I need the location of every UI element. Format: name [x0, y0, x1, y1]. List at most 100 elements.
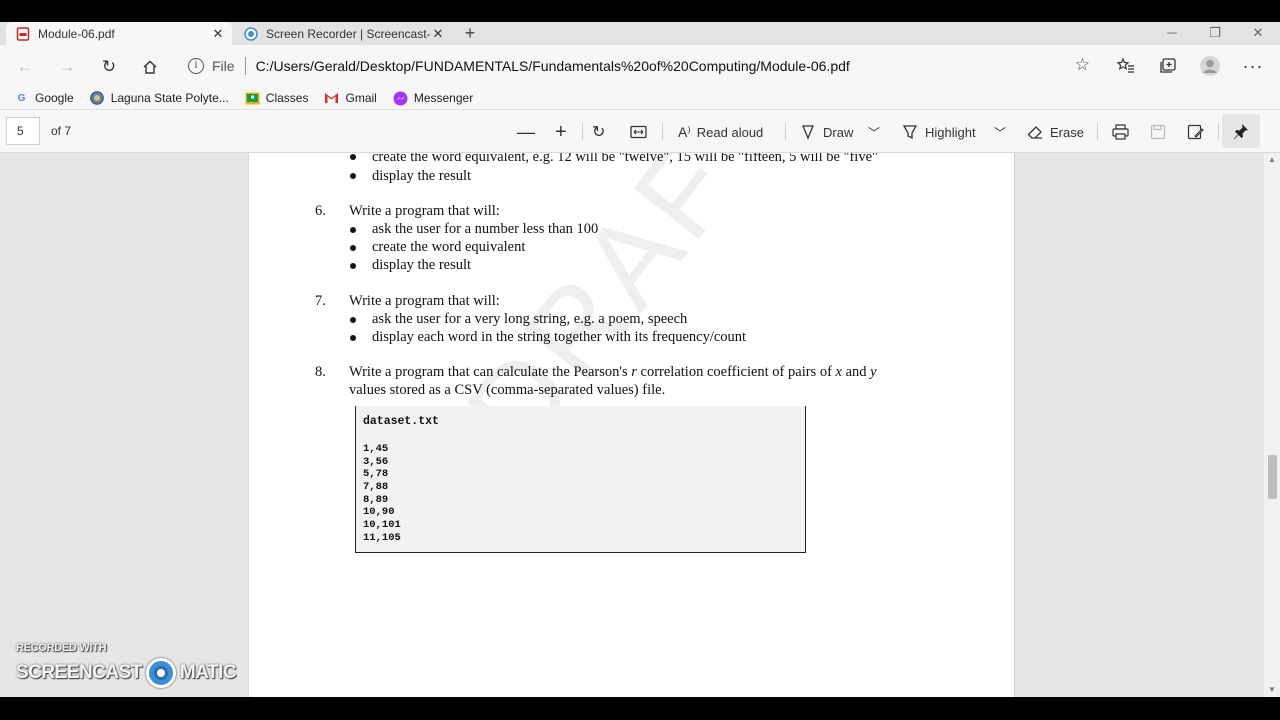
bullet-icon	[350, 335, 356, 341]
highlight-label: Highlight	[925, 124, 976, 140]
scrollbar-thumb[interactable]	[1268, 455, 1277, 499]
zoom-in-button[interactable]: +	[555, 120, 573, 144]
text-run-italic: y	[870, 364, 877, 380]
list-item: ask the user for a very long string, e.g…	[372, 311, 688, 327]
highlight-button[interactable]: Highlight	[902, 120, 976, 144]
save-icon	[1150, 124, 1166, 140]
address-bar[interactable]: i File C:/Users/Gerald/Desktop/FUNDAMENT…	[178, 51, 1100, 81]
minus-icon: —	[517, 121, 535, 142]
letterbox-bottom	[0, 697, 1280, 720]
plus-icon: +	[555, 120, 567, 143]
item-text: Write a program that can calculate the P…	[349, 364, 877, 381]
draw-button[interactable]: Draw	[800, 120, 853, 144]
bookmark-gmail[interactable]: Gmail	[324, 91, 377, 106]
text-run: and	[841, 364, 871, 380]
settings-more-button[interactable]: ···	[1241, 54, 1265, 78]
url-separator	[244, 57, 246, 75]
toolbar-separator	[1218, 123, 1219, 140]
eraser-icon	[1027, 126, 1042, 139]
page-number-input[interactable]: 5	[6, 117, 40, 145]
bullet-icon	[350, 227, 356, 233]
list-item: display the result	[372, 257, 472, 273]
favorites-button[interactable]	[1114, 54, 1138, 78]
school-icon	[90, 91, 105, 106]
pdf-icon	[16, 26, 30, 41]
favorites-list-icon	[1117, 57, 1134, 73]
pin-icon	[1234, 124, 1248, 139]
tab-module-06[interactable]: Module-06.pdf ✕	[6, 22, 232, 45]
home-button[interactable]	[137, 54, 163, 80]
code-line: 5,78	[363, 468, 389, 480]
bookmark-laguna-state[interactable]: Laguna State Polyte...	[90, 91, 229, 106]
draw-icon	[802, 125, 814, 140]
bookmark-label: Messenger	[413, 91, 474, 105]
draw-options-button[interactable]: ﹀	[868, 120, 880, 144]
bookmark-messenger[interactable]: Messenger	[393, 91, 473, 106]
back-button[interactable]: ←	[12, 54, 38, 80]
code-line: 3,56	[363, 456, 389, 468]
refresh-button[interactable]: ↻	[96, 54, 122, 80]
info-icon[interactable]: i	[188, 58, 204, 74]
collections-button[interactable]	[1156, 54, 1180, 78]
code-line: 7,88	[363, 481, 389, 493]
pin-toolbar-button[interactable]	[1222, 114, 1260, 148]
fit-page-button[interactable]	[630, 120, 647, 144]
pdf-toolbar: 5 of 7 — + ↻ A⁾ Read aloud Draw ﹀ Highli…	[0, 110, 1280, 153]
avatar-icon	[1200, 56, 1220, 76]
url-text[interactable]: C:/Users/Gerald/Desktop/FUNDAMENTALS/Fun…	[256, 58, 850, 74]
profile-button[interactable]	[1198, 54, 1222, 78]
star-icon[interactable]: ☆	[1075, 55, 1090, 75]
toolbar-separator	[662, 123, 663, 140]
list-item: ask the user for a number less than 100	[372, 221, 599, 237]
browser-window: Module-06.pdf ✕ Screen Recorder | Screen…	[0, 22, 1280, 697]
bullet-icon	[350, 263, 356, 269]
text-run: correlation coefficient of pairs of	[636, 364, 836, 380]
zoom-out-button[interactable]: —	[517, 120, 541, 144]
forward-button[interactable]: →	[54, 54, 80, 80]
print-button[interactable]	[1112, 120, 1129, 144]
screencast-icon	[244, 26, 258, 41]
bullet-icon	[350, 154, 356, 160]
code-filename: dataset.txt	[363, 415, 439, 428]
new-tab-button[interactable]: +	[460, 24, 480, 44]
scroll-down-icon[interactable]: ▼	[1267, 685, 1277, 694]
google-icon: G	[17, 92, 26, 104]
chevron-down-icon: ﹀	[868, 125, 881, 140]
list-item: display each word in the string together…	[372, 329, 747, 345]
read-aloud-button[interactable]: A⁾ Read aloud	[678, 120, 763, 144]
scroll-up-icon[interactable]: ▲	[1267, 155, 1277, 164]
pdf-viewer[interactable]: DRAFT COPY create the word equivalent, e…	[0, 153, 1280, 697]
tab-strip: Module-06.pdf ✕ Screen Recorder | Screen…	[0, 22, 1280, 45]
save-button[interactable]	[1150, 120, 1166, 144]
bookmarks-bar: G Google Laguna State Polyte... Classes …	[0, 87, 1280, 110]
erase-button[interactable]: Erase	[1027, 120, 1084, 144]
more-icon: ···	[1242, 55, 1264, 76]
bookmark-google[interactable]: G Google	[14, 91, 74, 106]
rotate-button[interactable]: ↻	[592, 120, 611, 144]
window-close-button[interactable]: ✕	[1236, 22, 1280, 45]
read-aloud-label: Read aloud	[696, 124, 764, 140]
save-as-button[interactable]	[1187, 120, 1204, 144]
close-icon[interactable]: ✕	[430, 26, 446, 42]
arrow-right-icon: →	[58, 57, 76, 76]
toolbar-separator	[582, 123, 583, 140]
tab-screen-recorder[interactable]: Screen Recorder | Screencast-O-Matic ✕	[234, 22, 452, 45]
minimize-button[interactable]: ─	[1150, 22, 1194, 45]
vertical-scrollbar[interactable]: ▲ ▼	[1264, 153, 1280, 697]
bookmark-classes[interactable]: Classes	[245, 91, 308, 106]
code-line: 10,101	[363, 519, 401, 531]
refresh-icon: ↻	[101, 57, 117, 76]
close-icon[interactable]: ✕	[210, 26, 226, 42]
item-text: Write a program that will:	[349, 203, 500, 219]
gmail-icon	[324, 91, 339, 106]
code-line: 8,89	[363, 494, 389, 506]
bookmark-label: Google	[35, 91, 74, 105]
code-block: dataset.txt 1,45 3,56 5,78 7,88 8,89 10,…	[355, 406, 806, 553]
bullet-icon	[350, 173, 356, 179]
highlight-options-button[interactable]: ﹀	[994, 120, 1006, 144]
list-item: create the word equivalent, e.g. 12 will…	[372, 153, 878, 165]
home-icon	[143, 60, 157, 74]
tab-title: Screen Recorder | Screencast-O-Matic	[266, 26, 430, 41]
restore-button[interactable]: ❐	[1193, 22, 1237, 45]
bullet-icon	[350, 317, 356, 323]
